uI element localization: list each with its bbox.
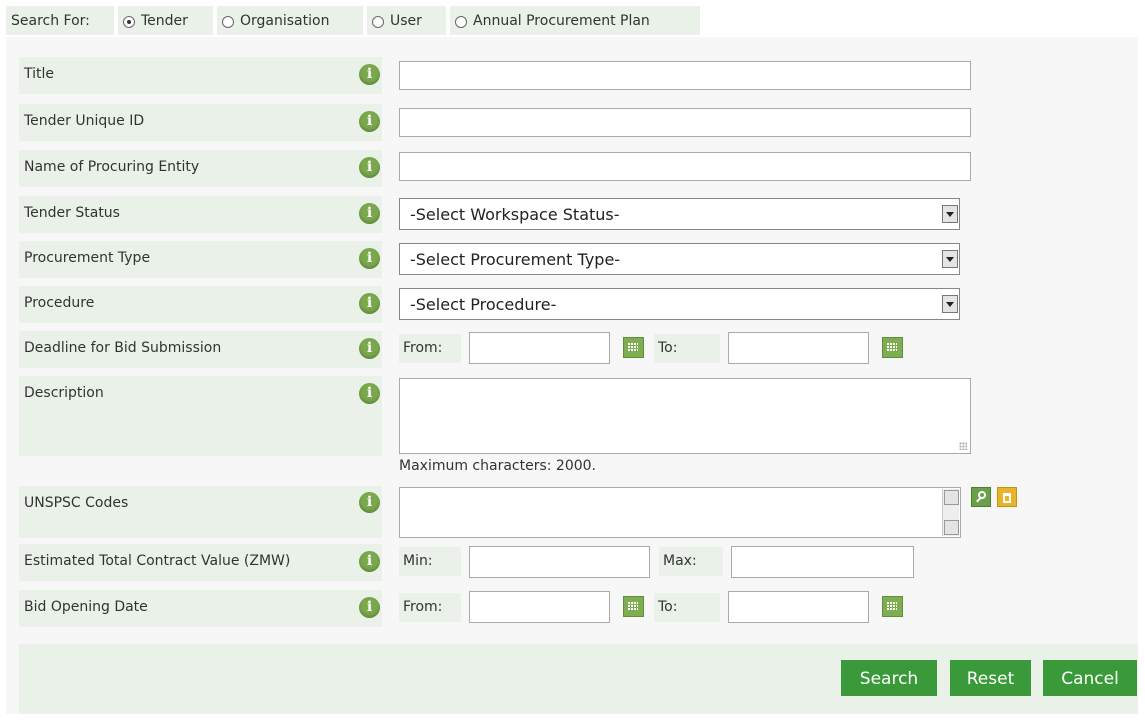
- procuring-entity-input[interactable]: [399, 152, 971, 181]
- radio-selected-icon[interactable]: [123, 15, 135, 28]
- min-label: Min:: [399, 547, 461, 576]
- deadline-to-label: To:: [654, 334, 720, 363]
- unspsc-list[interactable]: [399, 487, 961, 538]
- radio-annual-procurement-plan[interactable]: Annual Procurement Plan: [450, 6, 700, 35]
- radio-icon[interactable]: [455, 15, 467, 28]
- radio-organisation[interactable]: Organisation: [217, 6, 363, 35]
- bid-opening-from-label: From:: [399, 593, 461, 622]
- calendar-icon[interactable]: [882, 337, 903, 358]
- radio-icon[interactable]: [372, 15, 384, 28]
- info-icon[interactable]: i: [359, 157, 380, 178]
- description-label: Description: [19, 376, 382, 456]
- calendar-icon[interactable]: [623, 337, 644, 358]
- unspsc-label: UNSPSC Codes: [19, 486, 382, 538]
- deadline-from-label: From:: [399, 334, 461, 363]
- info-icon[interactable]: i: [359, 338, 380, 359]
- bid-opening-from-input[interactable]: [469, 591, 610, 623]
- bid-opening-label: Bid Opening Date: [19, 590, 382, 627]
- search-button[interactable]: Search: [841, 660, 937, 696]
- deadline-label: Deadline for Bid Submission: [19, 331, 382, 368]
- info-icon[interactable]: i: [359, 597, 380, 618]
- bid-opening-to-label: To:: [654, 593, 720, 622]
- reset-button[interactable]: Reset: [950, 660, 1031, 696]
- info-icon[interactable]: i: [359, 293, 380, 314]
- info-icon[interactable]: i: [359, 492, 380, 513]
- info-icon[interactable]: i: [359, 248, 380, 269]
- procuring-entity-label: Name of Procuring Entity: [19, 150, 382, 187]
- procedure-select[interactable]: -Select Procedure-: [399, 288, 960, 320]
- dropdown-arrow-icon[interactable]: [942, 250, 958, 268]
- info-icon[interactable]: i: [359, 64, 380, 85]
- max-label: Max:: [659, 547, 723, 576]
- title-label: Title: [19, 57, 382, 94]
- contract-value-label: Estimated Total Contract Value (ZMW): [19, 544, 382, 581]
- procedure-label: Procedure: [19, 286, 382, 323]
- search-for-label: Search For:: [6, 6, 114, 35]
- dropdown-arrow-icon[interactable]: [942, 295, 958, 313]
- resize-grip-icon[interactable]: [959, 442, 967, 450]
- calendar-icon[interactable]: [882, 596, 903, 617]
- description-textarea[interactable]: [399, 378, 971, 454]
- search-icon[interactable]: [971, 487, 991, 507]
- cancel-button[interactable]: Cancel: [1043, 660, 1137, 696]
- max-input[interactable]: [731, 546, 914, 578]
- scroll-up-icon[interactable]: [944, 490, 959, 505]
- radio-user[interactable]: User: [367, 6, 446, 35]
- description-hint: Maximum characters: 2000.: [399, 458, 597, 474]
- tender-status-label: Tender Status: [19, 196, 382, 233]
- info-icon[interactable]: i: [359, 551, 380, 572]
- deadline-from-input[interactable]: [469, 332, 610, 364]
- bid-opening-to-input[interactable]: [728, 591, 869, 623]
- tender-unique-id-label: Tender Unique ID: [19, 104, 382, 141]
- info-icon[interactable]: i: [359, 111, 380, 132]
- info-icon[interactable]: i: [359, 383, 380, 404]
- tender-unique-id-input[interactable]: [399, 108, 971, 137]
- radio-icon[interactable]: [222, 15, 234, 28]
- procurement-type-select[interactable]: -Select Procurement Type-: [399, 243, 960, 275]
- title-input[interactable]: [399, 61, 971, 90]
- scroll-down-icon[interactable]: [944, 520, 959, 535]
- info-icon[interactable]: i: [359, 203, 380, 224]
- dropdown-arrow-icon[interactable]: [942, 205, 958, 223]
- radio-tender[interactable]: Tender: [118, 6, 213, 35]
- procurement-type-label: Procurement Type: [19, 241, 382, 278]
- deadline-to-input[interactable]: [728, 332, 869, 364]
- scrollbar[interactable]: [942, 489, 959, 536]
- min-input[interactable]: [469, 546, 650, 578]
- calendar-icon[interactable]: [623, 596, 644, 617]
- delete-icon[interactable]: [997, 487, 1017, 507]
- tender-status-select[interactable]: -Select Workspace Status-: [399, 198, 960, 230]
